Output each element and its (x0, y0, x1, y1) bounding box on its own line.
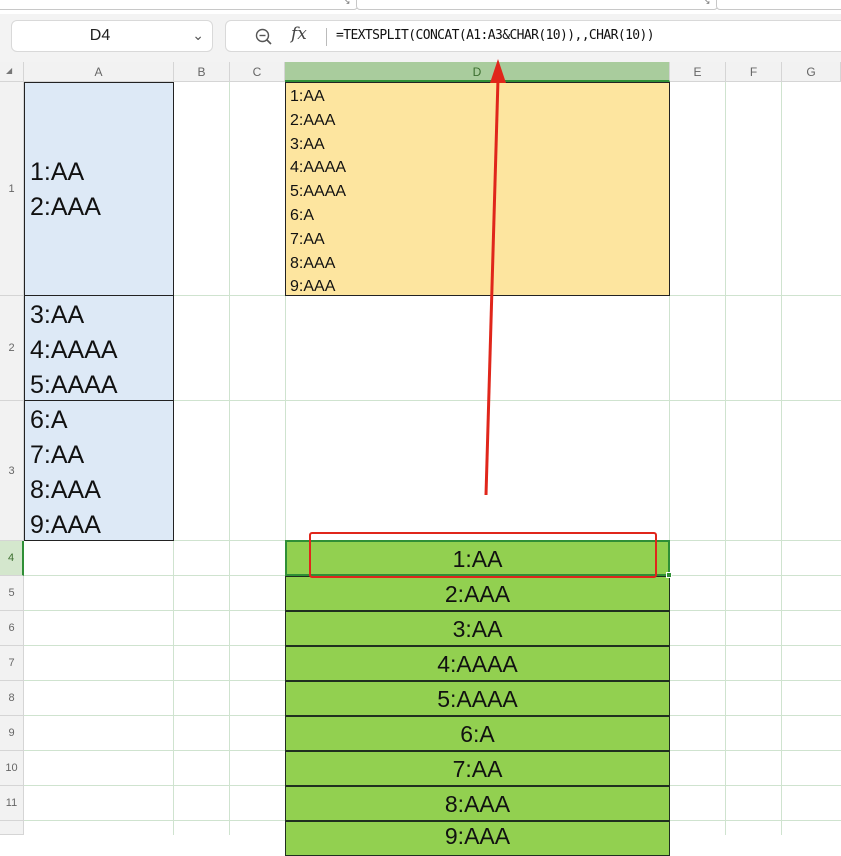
cell-reference: D4 (89, 27, 111, 44)
column-header-b[interactable]: B (174, 62, 230, 82)
cell-a2[interactable]: 3:AA 4:AAAA 5:AAAA (24, 295, 174, 401)
column-header-c[interactable]: C (230, 62, 285, 82)
cell-d10[interactable]: 7:AA (285, 751, 670, 786)
cell-line: 8:AAA (30, 476, 101, 504)
cell-d11[interactable]: 8:AAA (285, 786, 670, 821)
expand-arrow-icon[interactable]: ↘ (343, 0, 351, 7)
select-all-icon: ◢ (6, 66, 13, 75)
cell-line: 1:AA (30, 158, 85, 186)
cell-d12[interactable]: 9:AAA (285, 821, 670, 856)
gridline (725, 82, 726, 835)
formula-text[interactable]: =TEXTSPLIT(CONCAT(A1:A3&CHAR(10)),,CHAR(… (336, 21, 655, 51)
cell-a3[interactable]: 6:A 7:AA 8:AAA 9:AAA (24, 400, 174, 541)
gridline (781, 82, 782, 835)
cell-line: 4:AAAA (30, 336, 118, 364)
row-header-12[interactable] (0, 821, 24, 835)
cell-d6[interactable]: 3:AA (285, 611, 670, 646)
cell-line: 3:AA (30, 301, 85, 329)
row-header-3[interactable]: 3 (0, 401, 24, 541)
cell-d7[interactable]: 4:AAAA (285, 646, 670, 681)
column-header-e[interactable]: E (670, 62, 726, 82)
toolbar-group-right (716, 0, 841, 10)
cell-d8[interactable]: 5:AAAA (285, 681, 670, 716)
toolbar-group-left (0, 0, 358, 10)
formula-input[interactable]: fx =TEXTSPLIT(CONCAT(A1:A3&CHAR(10)),,CH… (225, 20, 841, 52)
cell-line: 6:A (30, 406, 68, 434)
chevron-down-icon[interactable]: ⌄ (192, 27, 204, 44)
cell-d9[interactable]: 6:A (285, 716, 670, 751)
cell-a1[interactable]: 1:AA 2:AAA (24, 82, 174, 296)
separator (326, 28, 327, 46)
cell-line: 7:AA (30, 441, 85, 469)
row-header-9[interactable]: 9 (0, 716, 24, 751)
gridline (229, 82, 230, 835)
row-header-2[interactable]: 2 (0, 296, 24, 401)
row-header-8[interactable]: 8 (0, 681, 24, 716)
column-header-a[interactable]: A (24, 62, 174, 82)
row-header-4[interactable]: 4 (0, 541, 24, 576)
zoom-icon[interactable] (254, 27, 274, 47)
row-header-11[interactable]: 11 (0, 786, 24, 821)
name-box[interactable]: D4 ⌄ (11, 20, 213, 52)
row-header-1[interactable]: 1 (0, 82, 24, 296)
select-all-corner[interactable]: ◢ (0, 62, 24, 82)
top-strip: ↘ ↘ (0, 0, 841, 14)
cell-line: 5:AAAA (30, 371, 118, 399)
row-header-5[interactable]: 5 (0, 576, 24, 611)
cell-line: 2:AAA (30, 193, 101, 221)
toolbar-group-middle (356, 0, 718, 10)
fx-icon[interactable]: fx (291, 24, 307, 44)
cell-d5[interactable]: 2:AAA (285, 576, 670, 611)
column-header-f[interactable]: F (726, 62, 782, 82)
expand-arrow-icon[interactable]: ↘ (703, 0, 711, 7)
annotation-arrow (484, 59, 506, 496)
row-header-6[interactable]: 6 (0, 611, 24, 646)
fill-handle[interactable] (666, 572, 672, 578)
annotation-box (309, 532, 657, 578)
row-header-7[interactable]: 7 (0, 646, 24, 681)
cell-line: 9:AAA (30, 511, 101, 539)
column-header-g[interactable]: G (782, 62, 841, 82)
row-header-10[interactable]: 10 (0, 751, 24, 786)
